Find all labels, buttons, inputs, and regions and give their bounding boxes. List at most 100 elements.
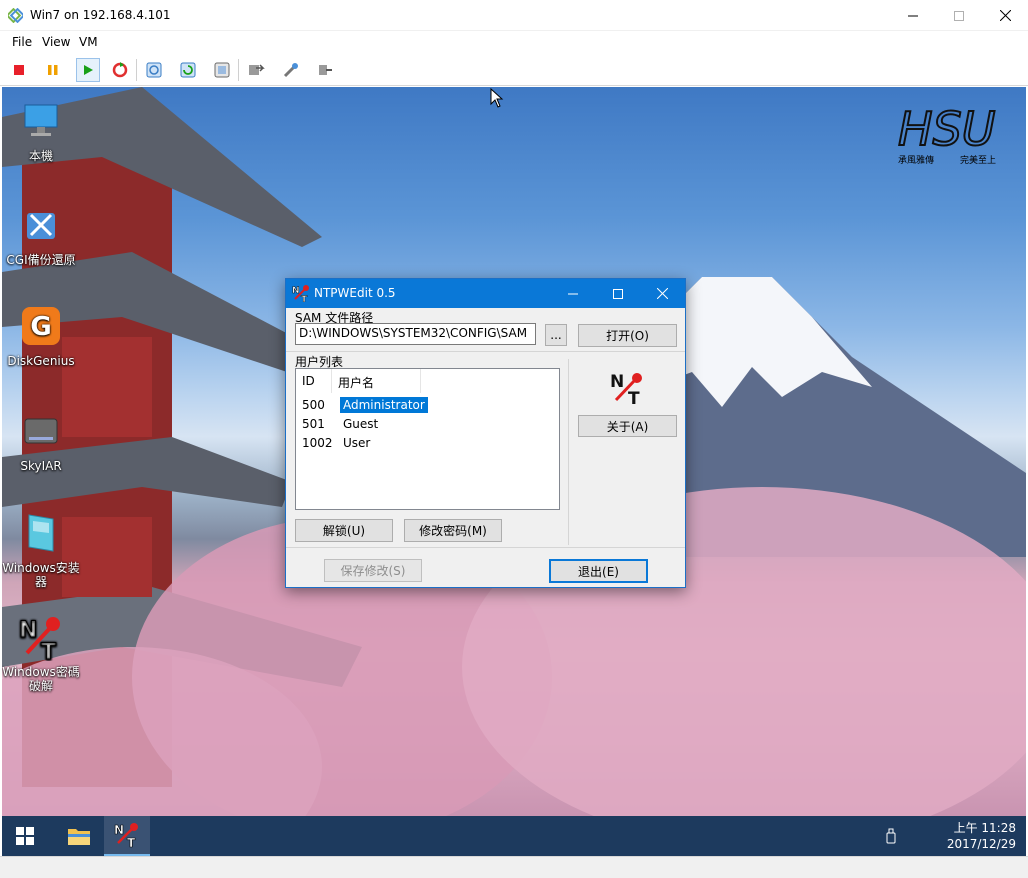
change-password-button[interactable]: 修改密码(M): [404, 519, 502, 542]
ntpwedit-app-icon: N T: [114, 823, 138, 848]
computer-icon: [17, 97, 65, 145]
desktop-icon-label: SkyIAR: [20, 459, 62, 473]
about-button[interactable]: 关于(A): [578, 415, 677, 437]
share-icon: [249, 64, 265, 75]
user-name: Guest: [343, 417, 379, 431]
desktop-icon-cgi[interactable]: CGI備份還原: [2, 201, 80, 267]
clock-date: 2017/12/29: [946, 837, 1016, 851]
taskbar-ntpwedit[interactable]: N T: [104, 816, 150, 856]
start-menu-button[interactable]: [2, 816, 48, 856]
minimize-button[interactable]: [890, 0, 936, 31]
enhanced-session-button[interactable]: [313, 58, 337, 82]
enhanced-icon: [319, 65, 332, 75]
menu-bar: File View VM: [0, 31, 1028, 53]
hsu-logo: HSU 承風雅傳 完美至上: [896, 97, 1006, 167]
desktop-icon-label: CGI備份還原: [6, 253, 76, 267]
hsu-logo-icon: HSU: [897, 101, 996, 157]
ntpwedit-app-icon: N T: [292, 285, 309, 302]
taskbar-file-explorer[interactable]: [56, 816, 102, 856]
dialog-title: NTPWEdit 0.5: [314, 286, 396, 300]
system-clock[interactable]: 上午 11:28 2017/12/29: [947, 820, 1016, 852]
usb-tray-button[interactable]: [876, 816, 906, 856]
logo-text-left: 承風雅傳: [898, 156, 935, 166]
pause-button[interactable]: [41, 58, 65, 82]
user-id: 501: [302, 417, 325, 431]
toolbar-separator: [136, 59, 137, 81]
revert-button[interactable]: [176, 58, 200, 82]
clock-time: 上午 11:28: [953, 821, 1016, 835]
dialog-maximize-button[interactable]: [595, 279, 641, 308]
user-list[interactable]: ID 用户名 500 Administrator 501 Guest 1002 …: [295, 368, 560, 510]
usb-icon: [886, 828, 896, 844]
svg-text:HSU: HSU: [898, 102, 995, 153]
minimize-icon: [908, 15, 918, 16]
desktop-icon-label: DiskGenius: [7, 354, 75, 368]
column-header-username[interactable]: 用户名: [332, 369, 421, 393]
checkpoint-button[interactable]: [142, 58, 166, 82]
desktop-icon-windows-installer[interactable]: Windows安装器: [2, 509, 80, 589]
ntpwedit-logo-icon: N T: [610, 372, 642, 405]
unlock-button[interactable]: 解锁(U): [295, 519, 393, 542]
maximize-icon: [954, 10, 964, 21]
settings-button[interactable]: [279, 58, 303, 82]
share-button[interactable]: [244, 58, 268, 82]
svg-text:N: N: [19, 618, 37, 643]
pause-icon: [48, 65, 58, 75]
windows-logo-icon: [16, 827, 34, 845]
desktop-icon-diskgenius[interactable]: G DiskGenius: [2, 302, 80, 368]
ntpwedit-dialog[interactable]: N T NTPWEdit 0.5 SAM 文件路径 D:\WINDOWS\SYS…: [285, 278, 686, 588]
desktop-icon-label: Windows密碼破解: [2, 665, 80, 693]
desktop-icon-nt-password[interactable]: NT Windows密碼破解: [2, 613, 80, 693]
vm-toolbar: [0, 53, 1028, 86]
svg-text:N: N: [610, 372, 624, 392]
host-window-title: Win7 on 192.168.4.101: [30, 8, 171, 22]
user-row[interactable]: 1002 User: [300, 434, 425, 452]
close-button[interactable]: [982, 0, 1028, 31]
menu-file[interactable]: File: [12, 35, 32, 49]
user-row[interactable]: 500 Administrator: [300, 396, 428, 414]
snapshot-button[interactable]: [210, 58, 234, 82]
user-name: User: [343, 436, 371, 450]
windows-installer-icon: [17, 509, 65, 557]
taskbar: N T 上午 11:28 2017/12/29: [2, 816, 1026, 856]
sam-path-input[interactable]: D:\WINDOWS\SYSTEM32\CONFIG\SAM: [295, 323, 536, 345]
desktop-icon-skyiar[interactable]: SkyIAR: [2, 407, 80, 473]
skyiar-icon: [17, 407, 65, 455]
browse-button[interactable]: ...: [545, 324, 567, 346]
svg-text:T: T: [628, 389, 640, 405]
maximize-button[interactable]: [936, 0, 982, 31]
svg-text:G: G: [30, 312, 51, 342]
stop-icon: [14, 65, 24, 75]
logo-text-right: 完美至上: [960, 156, 997, 166]
menu-vm[interactable]: VM: [79, 35, 98, 49]
divider: [286, 547, 685, 548]
maximize-icon: [613, 288, 623, 299]
divider: [286, 351, 685, 352]
close-icon: [999, 10, 1011, 21]
divider: [568, 359, 569, 545]
user-name: Administrator: [340, 397, 428, 413]
revert-icon: [180, 62, 196, 78]
save-changes-button[interactable]: 保存修改(S): [324, 559, 422, 582]
user-row[interactable]: 501 Guest: [300, 415, 425, 433]
exit-button[interactable]: 退出(E): [549, 559, 648, 583]
start-button[interactable]: [76, 58, 100, 82]
user-id: 1002: [302, 436, 333, 450]
start-icon: [84, 65, 93, 75]
dialog-minimize-button[interactable]: [550, 279, 596, 308]
close-icon: [656, 288, 668, 299]
nt-password-icon: NT: [17, 613, 65, 661]
settings-icon: [283, 63, 298, 78]
folder-icon: [68, 829, 90, 845]
open-button[interactable]: 打开(O): [578, 324, 677, 347]
user-id: 500: [302, 398, 325, 412]
desktop-icon-computer[interactable]: 本機: [2, 97, 80, 163]
dialog-titlebar[interactable]: N T NTPWEdit 0.5: [286, 279, 685, 308]
reset-button[interactable]: [108, 58, 132, 82]
dialog-close-button[interactable]: [639, 279, 685, 308]
column-header-id[interactable]: ID: [296, 369, 332, 393]
checkpoint-icon: [146, 62, 162, 78]
stop-button[interactable]: [7, 58, 31, 82]
toolbar-separator: [238, 59, 239, 81]
menu-view[interactable]: View: [42, 35, 70, 49]
